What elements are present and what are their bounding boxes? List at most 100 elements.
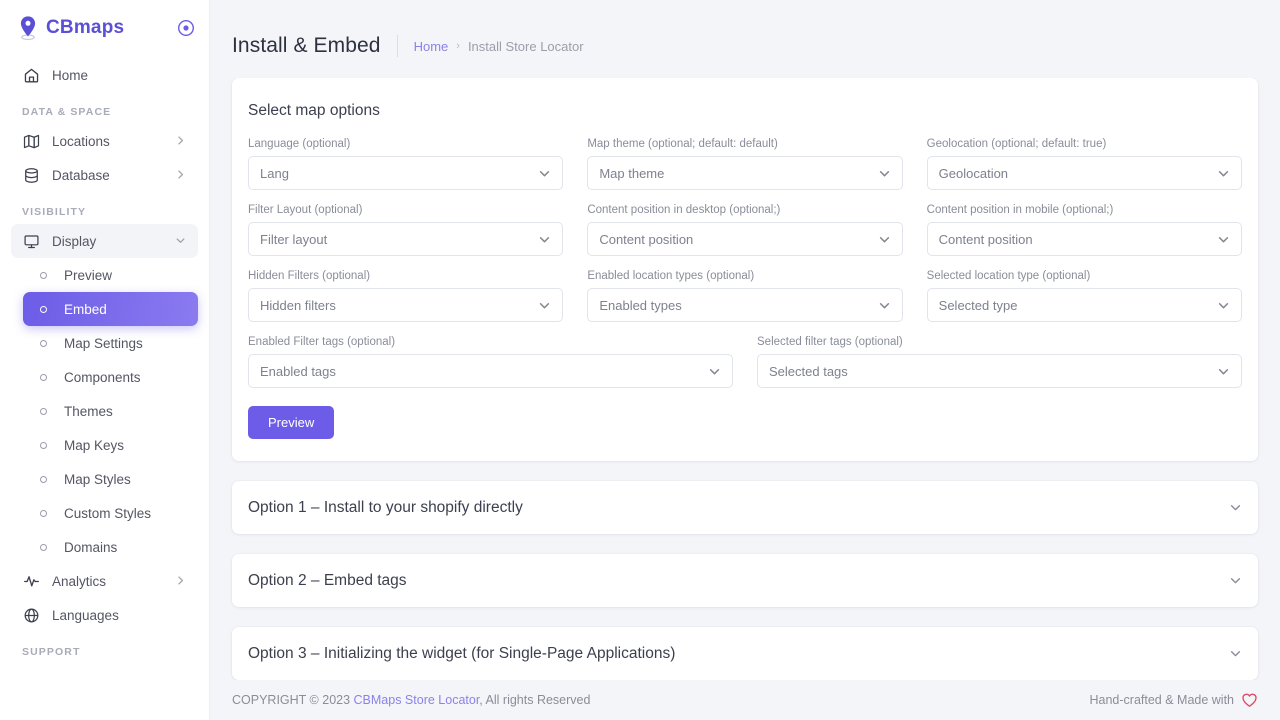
copyright-suffix: , All rights Reserved	[479, 693, 591, 707]
sidebar-subnav-display: Preview Embed Map Settings Components Th	[0, 258, 209, 564]
content-position-desktop-select[interactable]: Content position	[587, 222, 903, 256]
breadcrumb-current: Install Store Locator	[467, 38, 584, 54]
sidebar-item-map-keys[interactable]: Map Keys	[23, 428, 198, 462]
hidden-filters-select[interactable]: Hidden filters	[248, 288, 564, 322]
selected-location-type-select[interactable]: Selected type	[926, 288, 1242, 322]
monitor-icon	[22, 233, 40, 250]
geolocation-select[interactable]: Geolocation	[926, 156, 1242, 190]
field-enabled-filter-tags: Enabled Filter tags (optional) Enabled t…	[248, 336, 733, 388]
select-map-options-card: Select map options Language (optional) L…	[232, 78, 1258, 461]
select-value: Selected tags	[769, 363, 848, 379]
sidebar-item-label: Embed	[64, 301, 107, 317]
footer-credit: Hand-crafted & Made with	[1089, 692, 1258, 708]
chevron-down-icon	[1217, 233, 1230, 246]
header-divider	[396, 35, 398, 57]
preview-button[interactable]: Preview	[248, 406, 335, 439]
sidebar-item-languages[interactable]: Languages	[11, 598, 198, 632]
sidebar-section-visibility: VISIBILITY	[22, 206, 87, 218]
content-area: Select map options Language (optional) L…	[210, 78, 1280, 680]
field-label: Content position in mobile (optional;)	[926, 204, 1114, 216]
select-value: Content position	[599, 231, 694, 247]
footer-credit-text: Hand-crafted & Made with	[1089, 693, 1234, 707]
chevron-down-icon[interactable]	[1229, 501, 1242, 514]
chevron-down-icon	[878, 233, 891, 246]
sidebar-item-components[interactable]: Components	[23, 360, 198, 394]
chevron-down-icon	[538, 299, 551, 312]
chevron-down-icon	[1217, 365, 1230, 378]
chevron-down-icon	[878, 299, 891, 312]
chevron-down-icon	[708, 365, 721, 378]
field-label: Language (optional)	[248, 138, 351, 150]
sidebar-item-display[interactable]: Display	[11, 224, 198, 258]
field-label: Enabled location types (optional)	[587, 270, 755, 282]
sidebar-item-domains[interactable]: Domains	[23, 530, 198, 564]
sidebar-item-label: Database	[52, 167, 110, 183]
circle-marker-icon	[34, 407, 52, 415]
accordion-option-2[interactable]: Option 2 – Embed tags	[232, 554, 1258, 607]
sidebar-item-home[interactable]: Home	[11, 58, 198, 92]
sidebar-item-label: Analytics	[52, 573, 107, 589]
select-value: Selected type	[938, 297, 1018, 313]
sidebar-item-map-settings[interactable]: Map Settings	[23, 326, 198, 360]
field-hidden-filters: Hidden Filters (optional) Hidden filters	[248, 270, 564, 322]
sidebar-item-analytics[interactable]: Analytics	[11, 564, 198, 598]
field-label: Geolocation (optional; default: true)	[926, 138, 1107, 150]
sidebar-item-locations[interactable]: Locations	[11, 124, 198, 158]
sidebar-item-custom-styles[interactable]: Custom Styles	[23, 496, 198, 530]
sidebar-item-label: Locations	[52, 133, 110, 149]
circle-marker-icon	[34, 271, 52, 279]
card-title: Select map options	[248, 102, 380, 119]
sidebar-item-embed[interactable]: Embed	[23, 292, 198, 326]
field-label: Content position in desktop (optional;)	[587, 204, 781, 216]
footer-brand-link[interactable]: CBMaps Store Locator	[354, 693, 480, 707]
circle-marker-icon	[34, 305, 52, 313]
sidebar-item-database[interactable]: Database	[11, 158, 198, 192]
selected-filter-tags-select[interactable]: Selected tags	[757, 354, 1242, 388]
footer: COPYRIGHT © 2023 CBMaps Store Locator, A…	[210, 680, 1280, 720]
circle-marker-icon	[34, 339, 52, 347]
target-icon[interactable]	[177, 19, 195, 37]
chevron-down-icon[interactable]	[1229, 647, 1242, 660]
sidebar-item-themes[interactable]: Themes	[23, 394, 198, 428]
select-value: Geolocation	[938, 165, 1009, 181]
brand-header[interactable]: CBmaps	[0, 0, 209, 56]
accordion-option-1[interactable]: Option 1 – Install to your shopify direc…	[232, 481, 1258, 534]
map-pin-icon	[18, 15, 38, 41]
enabled-filter-tags-select[interactable]: Enabled tags	[248, 354, 733, 388]
select-value: Lang	[260, 165, 289, 181]
select-value: Content position	[938, 231, 1033, 247]
select-value: Enabled tags	[260, 363, 336, 379]
field-label: Selected filter tags (optional)	[757, 336, 903, 348]
accordion-title: Option 2 – Embed tags	[248, 571, 407, 589]
field-content-position-desktop: Content position in desktop (optional;) …	[587, 204, 903, 256]
select-value: Enabled types	[599, 297, 682, 313]
field-label: Selected location type (optional)	[926, 270, 1091, 282]
chevron-down-icon	[1217, 299, 1230, 312]
select-value: Filter layout	[260, 231, 328, 247]
filter-layout-select[interactable]: Filter layout	[248, 222, 564, 256]
sidebar-item-preview[interactable]: Preview	[23, 258, 198, 292]
globe-icon	[22, 607, 40, 624]
field-label: Enabled Filter tags (optional)	[248, 336, 396, 348]
field-map-theme: Map theme (optional; default: default) M…	[587, 138, 903, 190]
content-position-mobile-select[interactable]: Content position	[926, 222, 1242, 256]
field-language: Language (optional) Lang	[248, 138, 564, 190]
enabled-location-types-select[interactable]: Enabled types	[587, 288, 903, 322]
sidebar-item-map-styles[interactable]: Map Styles	[23, 462, 198, 496]
main-content: Install & Embed Home › Install Store Loc…	[210, 0, 1280, 720]
circle-marker-icon	[34, 543, 52, 551]
field-enabled-location-types: Enabled location types (optional) Enable…	[587, 270, 903, 322]
accordion-option-3[interactable]: Option 3 – Initializing the widget (for …	[232, 627, 1258, 680]
select-value: Hidden filters	[260, 297, 336, 313]
breadcrumb-home-link[interactable]: Home	[414, 39, 449, 54]
page-title: Install & Embed	[232, 34, 381, 57]
language-select[interactable]: Lang	[248, 156, 564, 190]
select-value: Map theme	[599, 165, 665, 181]
options-form-grid: Language (optional) Lang Map theme (opti…	[248, 138, 1242, 322]
sidebar-item-label: Domains	[64, 539, 118, 555]
map-theme-select[interactable]: Map theme	[587, 156, 903, 190]
circle-marker-icon	[34, 509, 52, 517]
sidebar-item-label: Display	[52, 233, 97, 249]
chevron-down-icon[interactable]	[1229, 574, 1242, 587]
chevron-down-icon	[1217, 167, 1230, 180]
